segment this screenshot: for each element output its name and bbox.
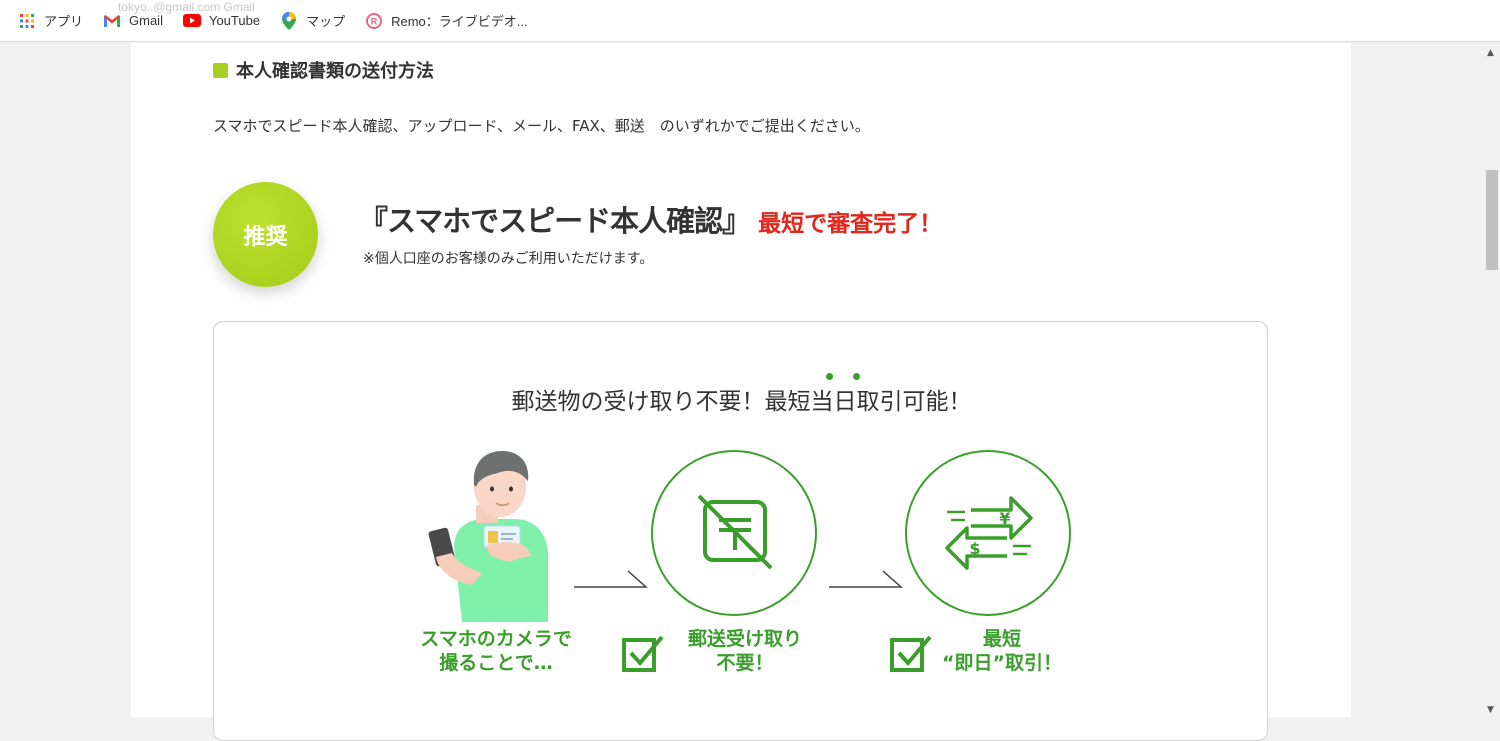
- remo-icon: R: [365, 12, 383, 29]
- recommend-note: ※個人口座のお客様のみご利用いただけます。: [363, 251, 654, 267]
- svg-text:$: $: [969, 539, 980, 558]
- bookmark-youtube[interactable]: YouTube: [182, 13, 261, 29]
- checkbox-icon: [890, 634, 932, 674]
- step-circle-no-mail: [651, 450, 817, 616]
- step-arrow-icon: [829, 570, 904, 590]
- caption-line: 不要！: [716, 651, 774, 674]
- step-circle-exchange: ¥ $: [905, 450, 1071, 616]
- heading-bullet: [213, 62, 228, 78]
- caption-line: スマホのカメラで: [420, 628, 572, 650]
- bookmark-label: マップ: [306, 14, 346, 29]
- caption-line: 最短: [982, 628, 1021, 650]
- vertical-scrollbar[interactable]: ▲ ▼: [1482, 43, 1500, 717]
- currency-exchange-icon: ¥ $: [945, 496, 1033, 570]
- bookmark-label: Remo：ライブビデオ...: [391, 14, 528, 29]
- section-heading: 本人確認書類の送付方法: [213, 57, 434, 83]
- emphasis-dot: [826, 373, 833, 380]
- recommend-headline: 『スマホでスピード本人確認』 最短で審査完了！: [359, 198, 942, 240]
- step-caption: 最短 “即日”取引！: [927, 628, 1077, 676]
- recommend-badge: 推奨: [213, 182, 318, 287]
- svg-text:¥: ¥: [999, 509, 1010, 528]
- bookmark-gmail[interactable]: Gmail: [103, 13, 163, 29]
- gmail-icon: [103, 13, 121, 29]
- bookmark-maps[interactable]: マップ: [280, 11, 345, 30]
- bookmark-label: YouTube: [208, 13, 261, 28]
- bookmark-remo[interactable]: R Remo：ライブビデオ...: [365, 11, 528, 30]
- section-intro-text: スマホでスピード本人確認、アップロード、メール、FAX、郵送 のいずれかでご提出…: [213, 117, 870, 135]
- page-content: 本人確認書類の送付方法 スマホでスピード本人確認、アップロード、メール、FAX、…: [131, 43, 1351, 741]
- checkbox-icon: [622, 634, 664, 674]
- step-arrow-icon: [574, 570, 649, 590]
- bookmarks-bar: アプリ Gmail YouTube マップ R Remo：ライブビデオ... t…: [0, 0, 1500, 42]
- apps-grid-icon: [18, 13, 36, 29]
- caption-line: “即日”取引！: [942, 651, 1062, 674]
- emphasis-dots: [826, 373, 866, 381]
- headline-accent: 最短で審査完了！: [758, 211, 943, 237]
- scroll-up-arrow-icon[interactable]: ▲: [1487, 48, 1494, 58]
- feature-card: 郵送物の受け取り不要！最短当日取引可能！ ¥ $ スマホのカメラで 撮ることで……: [213, 321, 1268, 741]
- section-title: 本人確認書類の送付方法: [236, 61, 434, 82]
- caption-line: 撮ることで…: [439, 651, 553, 674]
- svg-text:R: R: [371, 16, 378, 26]
- bookmark-label: Gmail: [129, 13, 163, 28]
- scroll-thumb[interactable]: [1486, 170, 1498, 270]
- maps-pin-icon: [280, 11, 298, 30]
- caption-line: 郵送受け取り: [687, 628, 802, 650]
- emphasis-dot: [853, 373, 860, 380]
- smartphone-person-icon: [414, 447, 554, 622]
- card-title: 郵送物の受け取り不要！最短当日取引可能！: [511, 389, 972, 415]
- step-caption: 郵送受け取り 不要！: [670, 628, 820, 676]
- bookmark-apps[interactable]: アプリ: [18, 11, 83, 30]
- step-caption: スマホのカメラで 撮ることで…: [396, 628, 596, 676]
- ghost-tooltip-text: tokyo..@gmail.com Gmail: [118, 0, 255, 14]
- headline-main: 『スマホでスピード本人確認』: [359, 204, 751, 238]
- no-mail-icon: [697, 494, 773, 570]
- youtube-icon: [182, 13, 201, 29]
- bookmark-label: アプリ: [44, 14, 84, 29]
- scroll-down-arrow-icon[interactable]: ▼: [1487, 705, 1494, 715]
